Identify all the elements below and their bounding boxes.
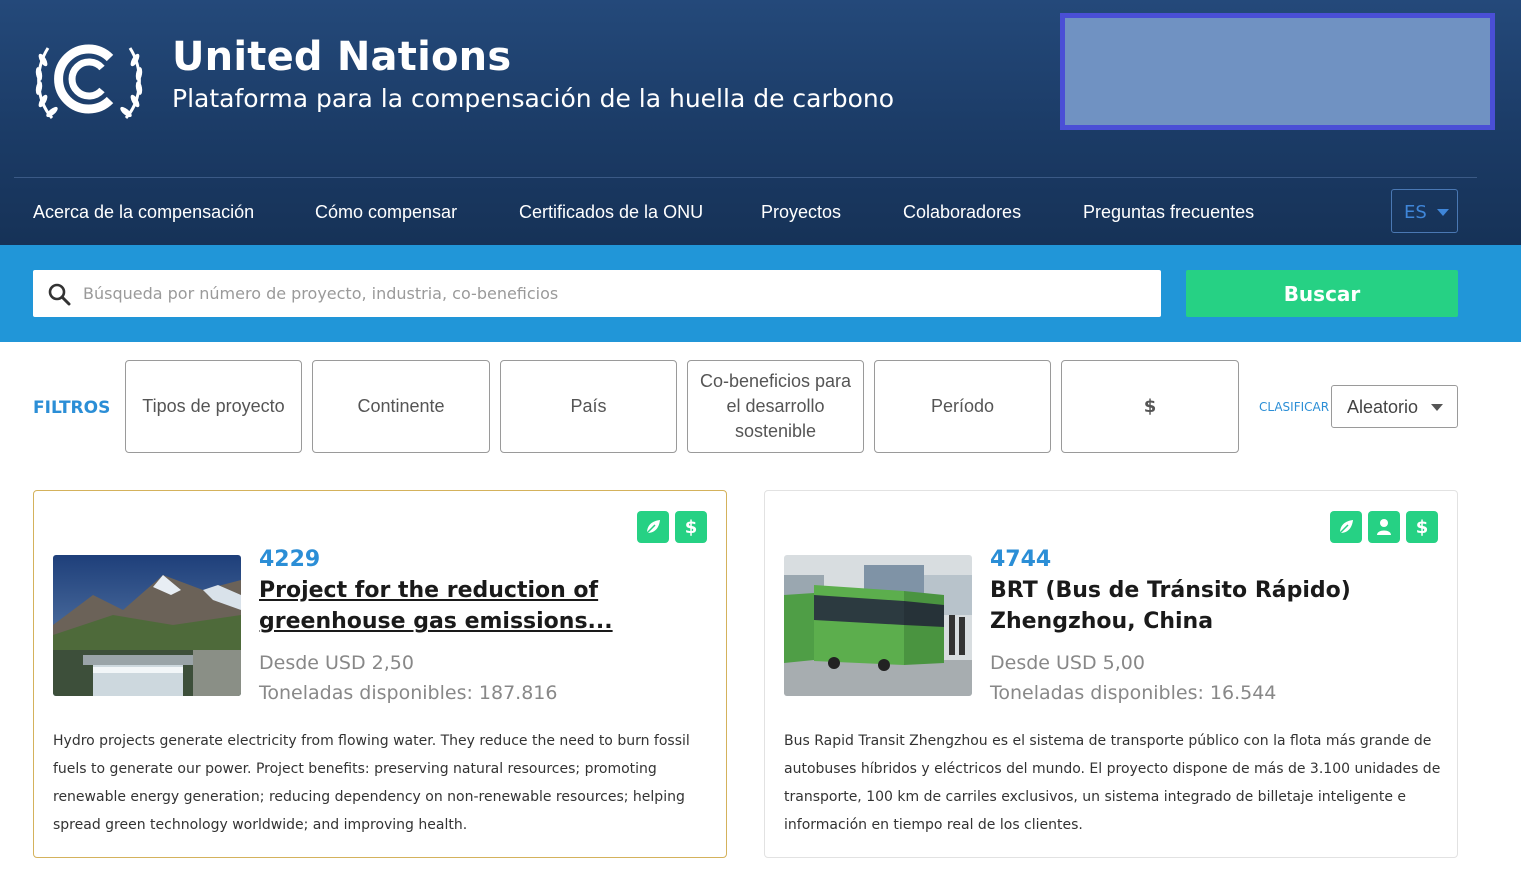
project-title-link[interactable]: Project for the reduction of greenhouse … xyxy=(259,575,709,637)
un-climate-logo-icon[interactable] xyxy=(30,30,148,128)
project-thumbnail-hydro[interactable] xyxy=(53,555,241,696)
filters-label: FILTROS xyxy=(33,398,111,418)
search-icon xyxy=(48,283,71,306)
nav-item-faq[interactable]: Preguntas frecuentes xyxy=(1083,202,1254,223)
language-value: ES xyxy=(1404,202,1427,223)
project-id: 4229 xyxy=(259,547,321,572)
filter-price[interactable]: $ xyxy=(1061,360,1239,453)
project-description: Bus Rapid Transit Zhengzhou es el sistem… xyxy=(784,733,1441,833)
project-description: Hydro projects generate electricity from… xyxy=(53,733,690,833)
nav-item-un-certificates[interactable]: Certificados de la ONU xyxy=(519,202,703,223)
project-card[interactable]: $ 4744 BRT (Bus de Tránsito Rápido) Zhen… xyxy=(764,490,1458,858)
nav-item-projects[interactable]: Proyectos xyxy=(761,202,841,223)
filter-country[interactable]: País xyxy=(500,360,677,453)
leaf-icon[interactable] xyxy=(637,511,669,543)
project-price: Desde USD 5,00 xyxy=(990,652,1145,674)
language-selector[interactable]: ES xyxy=(1391,189,1458,233)
filter-project-types[interactable]: Tipos de proyecto xyxy=(125,360,302,453)
sort-value: Aleatorio xyxy=(1347,397,1419,417)
filter-sdg-cobenefits[interactable]: Co-beneficios para el desarrollo sosteni… xyxy=(687,360,864,453)
main-nav: Acerca de la compensación Cómo compensar… xyxy=(0,178,1521,245)
project-id: 4744 xyxy=(990,547,1052,572)
project-thumbnail-bus[interactable] xyxy=(784,555,972,696)
search-band: Buscar xyxy=(0,245,1521,342)
brand-subtitle: Plataforma para la compensación de la hu… xyxy=(172,84,895,113)
card-badges: $ xyxy=(1330,511,1438,543)
search-button[interactable]: Buscar xyxy=(1186,270,1458,317)
chevron-down-icon xyxy=(1431,404,1443,411)
sort-label: CLASIFICAR xyxy=(1259,400,1330,414)
project-title[interactable]: BRT (Bus de Tránsito Rápido) Zhengzhou, … xyxy=(990,575,1440,637)
nav-item-partners[interactable]: Colaboradores xyxy=(903,202,1021,223)
nav-item-how-to-offset[interactable]: Cómo compensar xyxy=(315,202,457,223)
project-price: Desde USD 2,50 xyxy=(259,652,414,674)
project-available-tons: Toneladas disponibles: 16.544 xyxy=(990,682,1277,704)
site-header: United Nations Plataforma para la compen… xyxy=(0,0,1521,245)
search-box xyxy=(33,270,1161,317)
header-highlight-box xyxy=(1060,13,1495,130)
dollar-icon[interactable]: $ xyxy=(1406,511,1438,543)
project-card[interactable]: $ 4229 Project for the reduction of gree… xyxy=(33,490,727,858)
sort-select[interactable]: Aleatorio xyxy=(1331,385,1458,428)
dollar-icon[interactable]: $ xyxy=(675,511,707,543)
project-available-tons: Toneladas disponibles: 187.816 xyxy=(259,682,558,704)
brand-title: United Nations xyxy=(172,34,512,80)
person-icon[interactable] xyxy=(1368,511,1400,543)
filter-continent[interactable]: Continente xyxy=(312,360,490,453)
search-input[interactable] xyxy=(83,270,1153,317)
filter-period[interactable]: Período xyxy=(874,360,1051,453)
nav-item-about-offsetting[interactable]: Acerca de la compensación xyxy=(33,202,254,223)
leaf-icon[interactable] xyxy=(1330,511,1362,543)
chevron-down-icon xyxy=(1437,209,1449,216)
card-badges: $ xyxy=(637,511,707,543)
